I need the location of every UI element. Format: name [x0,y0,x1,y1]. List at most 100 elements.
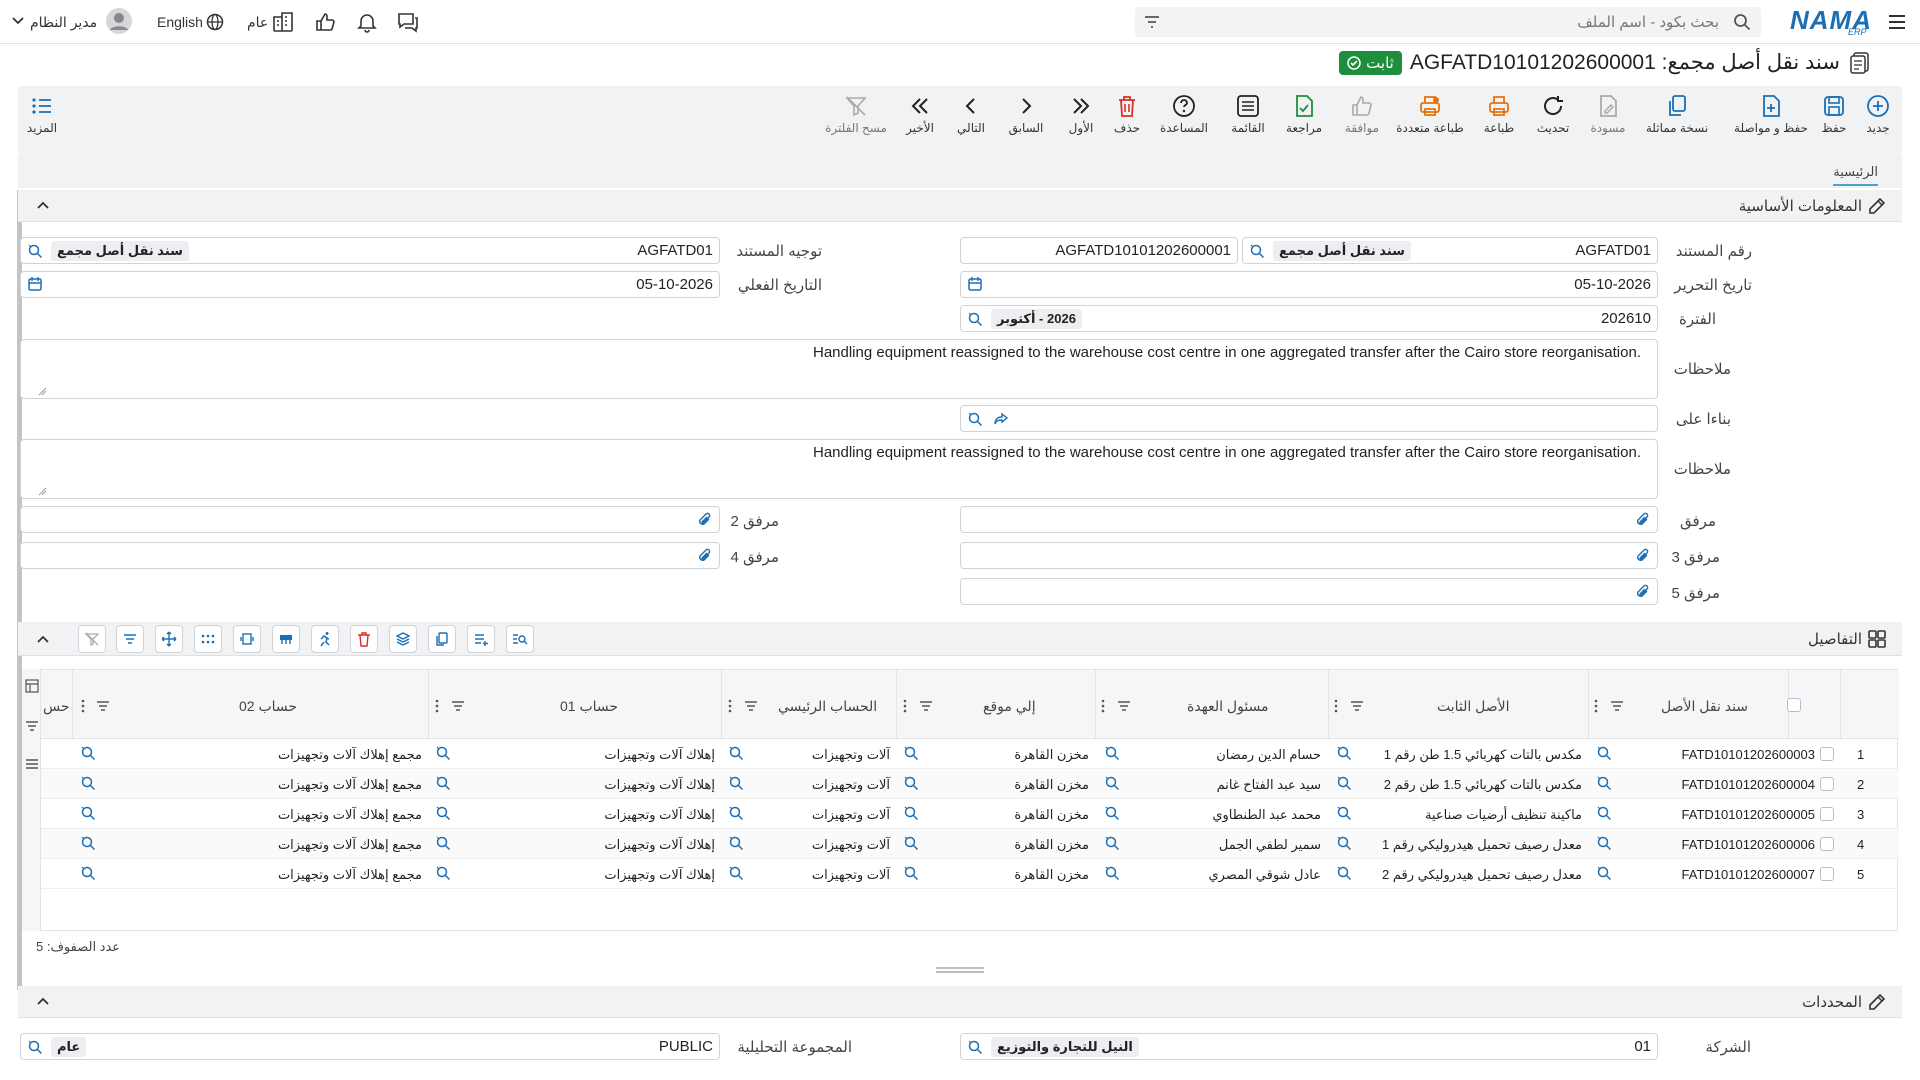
attachment2-field[interactable] [20,506,720,533]
col-header-to-location[interactable]: إلي موقع [983,698,1036,715]
save-button[interactable]: حفظ [1814,94,1854,135]
menu-lines-icon[interactable] [25,757,39,771]
share-icon[interactable] [993,411,1009,427]
col-header-custodian[interactable]: مسئول العهدة [1187,698,1269,715]
lookup-icon[interactable] [967,311,983,327]
paperclip-icon[interactable] [1635,547,1651,565]
attachment1-field[interactable] [960,506,1658,533]
col-header-main-account[interactable]: الحساب الرئيسي [778,698,877,715]
user-name[interactable]: مدير النظام [30,14,97,31]
duplicate-button[interactable]: نسخة مماثلة [1642,94,1712,135]
table-row[interactable]: 4 FATD10101202600006 معدل رصيف تحميل هيد… [41,829,1899,859]
lookup-icon[interactable] [80,865,96,881]
lookup-icon[interactable] [435,805,451,821]
calendar-icon[interactable] [27,276,43,292]
save-continue-button[interactable]: حفظ و مواصلة [1730,94,1812,135]
row-checkbox[interactable] [1820,747,1834,761]
filter-icon[interactable] [25,719,39,733]
filter-icon[interactable] [1143,14,1161,30]
first-button[interactable]: الأول [1066,94,1096,135]
column-filter-icon[interactable] [96,700,110,712]
trash-icon[interactable] [350,625,378,653]
lookup-icon[interactable] [728,745,744,761]
avatar[interactable] [106,8,132,34]
lookup-icon[interactable] [1596,775,1612,791]
row-checkbox[interactable] [1820,777,1834,791]
filter-off-icon[interactable] [78,625,106,653]
lookup-icon[interactable] [435,835,451,851]
lookup-icon[interactable] [1104,805,1120,821]
column-menu-icon[interactable] [903,699,907,713]
language-switch[interactable]: English [157,14,203,30]
tab-main[interactable]: الرئيسية [1833,164,1878,186]
multi-print-button[interactable]: طباعة متعددة [1394,94,1466,135]
table-row[interactable]: 5 FATD10101202600007 معدل رصيف تحميل هيد… [41,859,1899,889]
column-menu-icon[interactable] [1594,699,1598,713]
lookup-icon[interactable] [1336,865,1352,881]
columns-icon[interactable] [233,625,261,653]
table-row[interactable]: 3 FATD10101202600005 ماكينة تنظيف أرضيات… [41,799,1899,829]
col-header-account-02[interactable]: حساب 02 [239,698,297,715]
column-filter-icon[interactable] [1350,700,1364,712]
lookup-icon[interactable] [1336,805,1352,821]
lookup-icon[interactable] [27,243,43,259]
refresh-button[interactable]: تحديث [1534,94,1572,135]
lookup-icon[interactable] [1596,835,1612,851]
column-filter-icon[interactable] [744,700,758,712]
col-header-truncated[interactable]: حس [43,698,70,715]
review-button[interactable]: مراجعة [1284,94,1324,135]
lookup-icon[interactable] [1249,243,1265,259]
period-field[interactable]: 202610 2026 - أكتوبر [960,305,1658,332]
approve-button[interactable]: موافقة [1342,94,1382,135]
based-on-field[interactable] [960,405,1658,432]
add-rows-icon[interactable] [467,625,495,653]
select-all-checkbox[interactable] [1787,698,1801,712]
row-checkbox[interactable] [1820,867,1834,881]
lookup-icon[interactable] [27,1039,43,1055]
analytic-group-field[interactable]: PUBLIC عام [20,1033,720,1060]
details-header[interactable]: التفاصيل [18,622,1902,656]
company-field[interactable]: 01 النيل للتجارة والتوزيع [960,1033,1658,1060]
lookup-icon[interactable] [967,411,983,427]
lookup-icon[interactable] [903,865,919,881]
paperclip-icon[interactable] [1635,583,1651,601]
last-button[interactable]: الأخير [903,94,937,135]
lookup-icon[interactable] [80,775,96,791]
lookup-icon[interactable] [728,775,744,791]
brand-logo[interactable]: NAMA ERP [1790,3,1872,39]
lookup-icon[interactable] [967,1039,983,1055]
direction-field[interactable]: AGFATD01 سند نقل أصل مجمع [20,237,720,264]
more-button[interactable]: المزيد [26,94,58,135]
draft-button[interactable]: مسودة [1586,94,1630,135]
chevron-down-icon[interactable] [12,16,24,26]
globe-icon[interactable] [206,13,224,31]
column-filter-icon[interactable] [451,700,465,712]
lookup-icon[interactable] [435,775,451,791]
bell-icon[interactable] [356,11,378,33]
thumbs-up-icon[interactable] [314,11,336,33]
lookup-icon[interactable] [1336,745,1352,761]
lookup-icon[interactable] [903,835,919,851]
dots-grid-icon[interactable] [194,625,222,653]
attachment3-field[interactable] [960,542,1658,569]
move-icon[interactable] [155,625,183,653]
next-button[interactable]: التالي [954,94,988,135]
delete-button[interactable]: حذف [1112,94,1142,135]
resize-handle-icon[interactable] [37,386,47,396]
lookup-icon[interactable] [80,745,96,761]
paperclip-icon[interactable] [697,547,713,565]
search-list-icon[interactable] [506,625,534,653]
running-icon[interactable] [311,625,339,653]
scope-label[interactable]: عام [247,14,268,31]
lookup-icon[interactable] [435,865,451,881]
lookup-icon[interactable] [435,745,451,761]
menu-icon[interactable] [1886,11,1908,33]
lookup-icon[interactable] [80,805,96,821]
help-button[interactable]: المساعدة [1158,94,1210,135]
lookup-icon[interactable] [1104,775,1120,791]
column-menu-icon[interactable] [728,699,732,713]
date-field[interactable]: 05-10-2026 [960,271,1658,298]
search-box[interactable]: بحث بكود - اسم الملف [1135,7,1761,37]
lookup-icon[interactable] [1336,775,1352,791]
layers-icon[interactable] [389,625,417,653]
